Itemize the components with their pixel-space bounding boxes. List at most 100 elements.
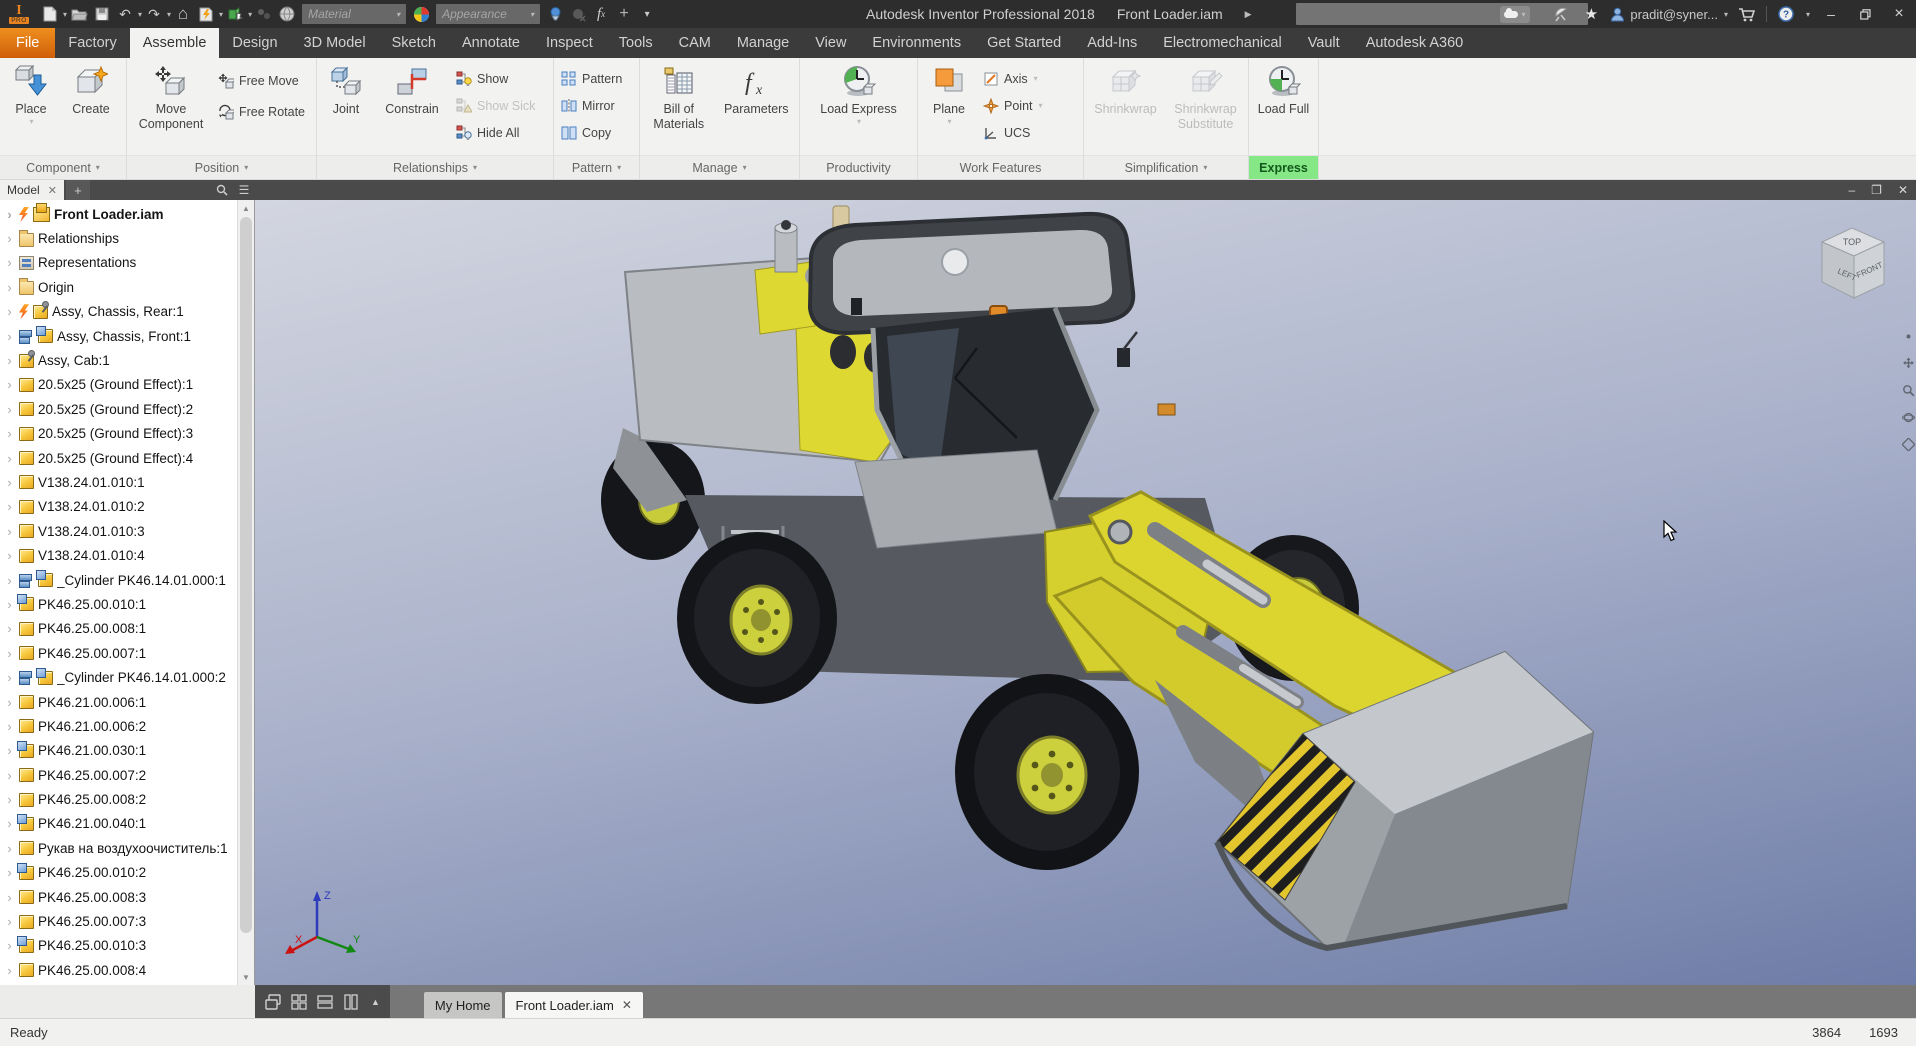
load-express-button[interactable]: Load Express ▾: [809, 60, 909, 154]
tree-row[interactable]: › PK46.25.00.010:1: [0, 592, 254, 616]
tree-row[interactable]: › _Cylinder PK46.14.01.000:1: [0, 568, 254, 592]
move-component-button[interactable]: Move Component: [129, 60, 213, 154]
adjust-appearance-button[interactable]: [544, 2, 566, 26]
tree-row[interactable]: › PK46.25.00.007:1: [0, 641, 254, 665]
expand-chevron-icon[interactable]: ›: [4, 377, 15, 392]
rows-view-icon[interactable]: [317, 994, 333, 1010]
favorites-star-icon[interactable]: ★: [1580, 2, 1602, 26]
minimize-button[interactable]: –: [1818, 1, 1844, 27]
ribbon-tab[interactable]: Manage: [724, 28, 802, 58]
tree-row[interactable]: › Assy, Chassis, Rear:1: [0, 300, 254, 324]
expand-chevron-icon[interactable]: ›: [4, 475, 15, 490]
document-tab[interactable]: Front Loader.iam ✕: [505, 992, 643, 1018]
expand-chevron-icon[interactable]: ›: [4, 426, 15, 441]
cascade-view-icon[interactable]: [265, 994, 281, 1010]
group-label-position[interactable]: Position▾: [127, 155, 316, 179]
user-account-menu[interactable]: pradit@syner... ▾: [1610, 7, 1728, 22]
sign-in-satellite-icon[interactable]: [1550, 2, 1572, 26]
hide-all-button[interactable]: Hide All: [451, 119, 551, 146]
tree-row[interactable]: › PK46.25.00.008:2: [0, 787, 254, 811]
scroll-up-arrow[interactable]: ▲: [238, 200, 254, 216]
mirror-button[interactable]: Mirror: [556, 92, 636, 119]
expand-chevron-icon[interactable]: ›: [4, 670, 15, 685]
expand-chevron-icon[interactable]: ›: [4, 548, 15, 563]
expand-chevron-icon[interactable]: ›: [4, 402, 15, 417]
expand-chevron-icon[interactable]: ›: [4, 743, 15, 758]
tree-row[interactable]: › PK46.25.00.007:3: [0, 909, 254, 933]
orbit-icon[interactable]: [1902, 411, 1915, 424]
document-tab[interactable]: My Home: [424, 992, 502, 1018]
browser-scrollbar[interactable]: ▲ ▼: [237, 200, 254, 985]
group-label-express[interactable]: Express: [1249, 155, 1318, 179]
group-label-productivity[interactable]: Productivity: [800, 155, 917, 179]
place-caret[interactable]: ▾: [29, 117, 33, 126]
save-button[interactable]: [91, 2, 113, 26]
point-button[interactable]: Point ▾: [978, 92, 1072, 119]
material-combo[interactable]: Material▾: [302, 4, 406, 24]
tree-row[interactable]: › PK46.25.00.010:2: [0, 861, 254, 885]
ribbon-tab[interactable]: Get Started: [974, 28, 1074, 58]
grid-view-icon[interactable]: [291, 994, 307, 1010]
tree-row[interactable]: › PK46.25.00.008:3: [0, 885, 254, 909]
expand-chevron-icon[interactable]: ›: [4, 768, 15, 783]
free-move-button[interactable]: Free Move: [213, 65, 313, 96]
ribbon-tab[interactable]: Environments: [859, 28, 974, 58]
tree-row[interactable]: › Assy, Cab:1: [0, 348, 254, 372]
ribbon-tab[interactable]: Autodesk A360: [1353, 28, 1477, 58]
group-label-relationships[interactable]: Relationships▾: [317, 155, 553, 179]
expand-chevron-icon[interactable]: ›: [4, 914, 15, 929]
qat-overflow-caret[interactable]: ▾: [636, 2, 658, 26]
help-caret[interactable]: ▾: [1806, 10, 1810, 19]
title-expand-arrow[interactable]: ▶: [1245, 9, 1252, 20]
expand-chevron-icon[interactable]: ›: [4, 524, 15, 539]
ribbon-tab[interactable]: Assemble: [130, 28, 220, 58]
axis-button[interactable]: Axis ▾: [978, 65, 1072, 92]
redo-button[interactable]: ↷: [143, 2, 165, 26]
plane-caret[interactable]: ▾: [947, 117, 951, 126]
tree-row[interactable]: › PK46.21.00.006:1: [0, 690, 254, 714]
tree-row[interactable]: › Рукав на воздухоочиститель:1: [0, 836, 254, 860]
tree-row[interactable]: › Front Loader.iam: [0, 202, 254, 226]
iproperties-caret[interactable]: ▾: [219, 10, 223, 19]
search-input[interactable]: [1304, 7, 1580, 22]
ribbon-tab[interactable]: Add-Ins: [1074, 28, 1150, 58]
appearance-combo[interactable]: Appearance▾: [436, 4, 540, 24]
browser-search-icon[interactable]: [211, 180, 233, 200]
tree-row[interactable]: › Representations: [0, 251, 254, 275]
tree-row[interactable]: › Origin: [0, 275, 254, 299]
expand-chevron-icon[interactable]: ›: [4, 695, 15, 710]
expand-chevron-icon[interactable]: ›: [4, 304, 15, 319]
tree-row[interactable]: › PK46.25.00.008:1: [0, 617, 254, 641]
joint-button[interactable]: Joint: [319, 60, 373, 154]
new-file-button[interactable]: [39, 2, 61, 26]
point-caret[interactable]: ▾: [1039, 101, 1043, 110]
tree-row[interactable]: › PK46.25.00.007:2: [0, 763, 254, 787]
expand-chevron-icon[interactable]: ›: [4, 207, 15, 222]
ribbon-tab[interactable]: Factory: [55, 28, 129, 58]
group-label-manage[interactable]: Manage▾: [640, 155, 799, 179]
full-navigation-wheel-icon[interactable]: [1902, 330, 1915, 343]
ribbon-tab[interactable]: CAM: [666, 28, 724, 58]
ribbon-tab[interactable]: Annotate: [449, 28, 533, 58]
tree-row[interactable]: › PK46.21.00.030:1: [0, 739, 254, 763]
expand-chevron-icon[interactable]: ›: [4, 963, 15, 978]
expand-chevron-icon[interactable]: ›: [4, 646, 15, 661]
help-button[interactable]: ?: [1775, 2, 1797, 26]
add-panel-tab[interactable]: +: [66, 180, 90, 200]
expand-chevron-icon[interactable]: ›: [4, 865, 15, 880]
ribbon-tab[interactable]: Inspect: [533, 28, 606, 58]
sphere-button[interactable]: [276, 2, 298, 26]
doc-close-button[interactable]: ✕: [1898, 183, 1908, 197]
scrollbar-thumb[interactable]: [240, 217, 252, 933]
expand-chevron-icon[interactable]: ›: [4, 280, 15, 295]
ribbon-tab[interactable]: File: [0, 28, 55, 58]
tree-row[interactable]: › PK46.21.00.040:1: [0, 812, 254, 836]
tree-row[interactable]: › PK46.25.00.008:4: [0, 958, 254, 982]
tree-row[interactable]: › V138.24.01.010:3: [0, 519, 254, 543]
expand-chevron-icon[interactable]: ›: [4, 231, 15, 246]
load-express-caret[interactable]: ▾: [857, 117, 861, 126]
expand-chevron-icon[interactable]: ›: [4, 792, 15, 807]
expand-chevron-icon[interactable]: ›: [4, 621, 15, 636]
model-panel-close-icon[interactable]: ✕: [48, 184, 57, 197]
expand-chevron-icon[interactable]: ›: [4, 329, 15, 344]
